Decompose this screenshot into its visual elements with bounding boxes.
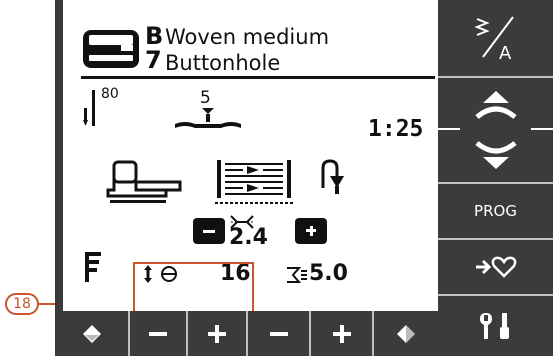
favorites-button[interactable] bbox=[438, 240, 553, 296]
buttonhole-foot-icon bbox=[106, 156, 206, 206]
scroll-down-button[interactable] bbox=[438, 130, 553, 184]
stitch-length-decrease-button[interactable] bbox=[248, 311, 311, 356]
alphabet-stitch-icon: A bbox=[473, 16, 514, 63]
fabric-name: Woven medium bbox=[165, 25, 330, 49]
presser-foot-pressure: 5 bbox=[200, 88, 211, 108]
prog-button[interactable]: PROG bbox=[438, 184, 553, 240]
length-decrease-button[interactable] bbox=[130, 311, 188, 356]
alphabet-mode-button[interactable]: A bbox=[438, 0, 553, 78]
thread-tension-icon bbox=[318, 158, 344, 198]
needle-size: 80 bbox=[101, 86, 119, 102]
plus-icon bbox=[208, 324, 226, 343]
callout-number: 18 bbox=[13, 296, 31, 312]
presser-foot-icon bbox=[173, 108, 243, 132]
tools-icon bbox=[479, 313, 509, 339]
plus-icon bbox=[332, 324, 351, 343]
minus-icon bbox=[203, 230, 215, 233]
stitch-number: 1:25 bbox=[368, 116, 424, 142]
buttonhole-diagram bbox=[213, 156, 295, 208]
diamond-right-icon bbox=[397, 324, 415, 343]
sewing-machine-icon bbox=[81, 28, 141, 70]
stitch-length-increase-button[interactable] bbox=[311, 311, 374, 356]
length-increase-button[interactable] bbox=[188, 311, 248, 356]
fabric-code: B bbox=[145, 22, 164, 50]
chevron-down-icon bbox=[474, 141, 517, 169]
prog-label: PROG bbox=[474, 202, 517, 220]
chevron-up-icon bbox=[474, 91, 517, 119]
minus-icon bbox=[269, 331, 288, 336]
needle-icon bbox=[83, 88, 101, 132]
stitch-name: Buttonhole bbox=[165, 51, 281, 75]
arrow-heart-icon bbox=[475, 256, 516, 278]
speed-indicator-icon bbox=[85, 252, 101, 282]
stitch-code: 7 bbox=[145, 46, 162, 74]
width-increase-button[interactable] bbox=[295, 218, 327, 244]
shortcut-right-button[interactable] bbox=[374, 311, 438, 356]
callout-marker: 18 bbox=[5, 293, 39, 315]
lcd-screen: B Woven medium 7 Buttonhole 80 5 1:25 2.… bbox=[55, 0, 438, 356]
stitch-length-value: 5.0 bbox=[309, 261, 348, 286]
stitch-width-value: 2.4 bbox=[229, 225, 268, 250]
bottom-control-bar bbox=[55, 311, 438, 356]
stitch-length-icon bbox=[285, 266, 307, 284]
width-decrease-button[interactable] bbox=[193, 218, 225, 244]
sewing-machine-display: B Woven medium 7 Buttonhole 80 5 1:25 2.… bbox=[55, 0, 553, 356]
header-underline bbox=[81, 76, 435, 79]
minus-icon bbox=[149, 331, 167, 336]
scroll-up-button[interactable] bbox=[438, 78, 553, 130]
right-button-column: A PROG bbox=[438, 0, 553, 356]
shortcut-left-button[interactable] bbox=[55, 311, 130, 356]
diamond-left-icon bbox=[82, 324, 101, 343]
settings-tools-button[interactable] bbox=[438, 296, 553, 356]
svg-text:A: A bbox=[499, 43, 512, 63]
